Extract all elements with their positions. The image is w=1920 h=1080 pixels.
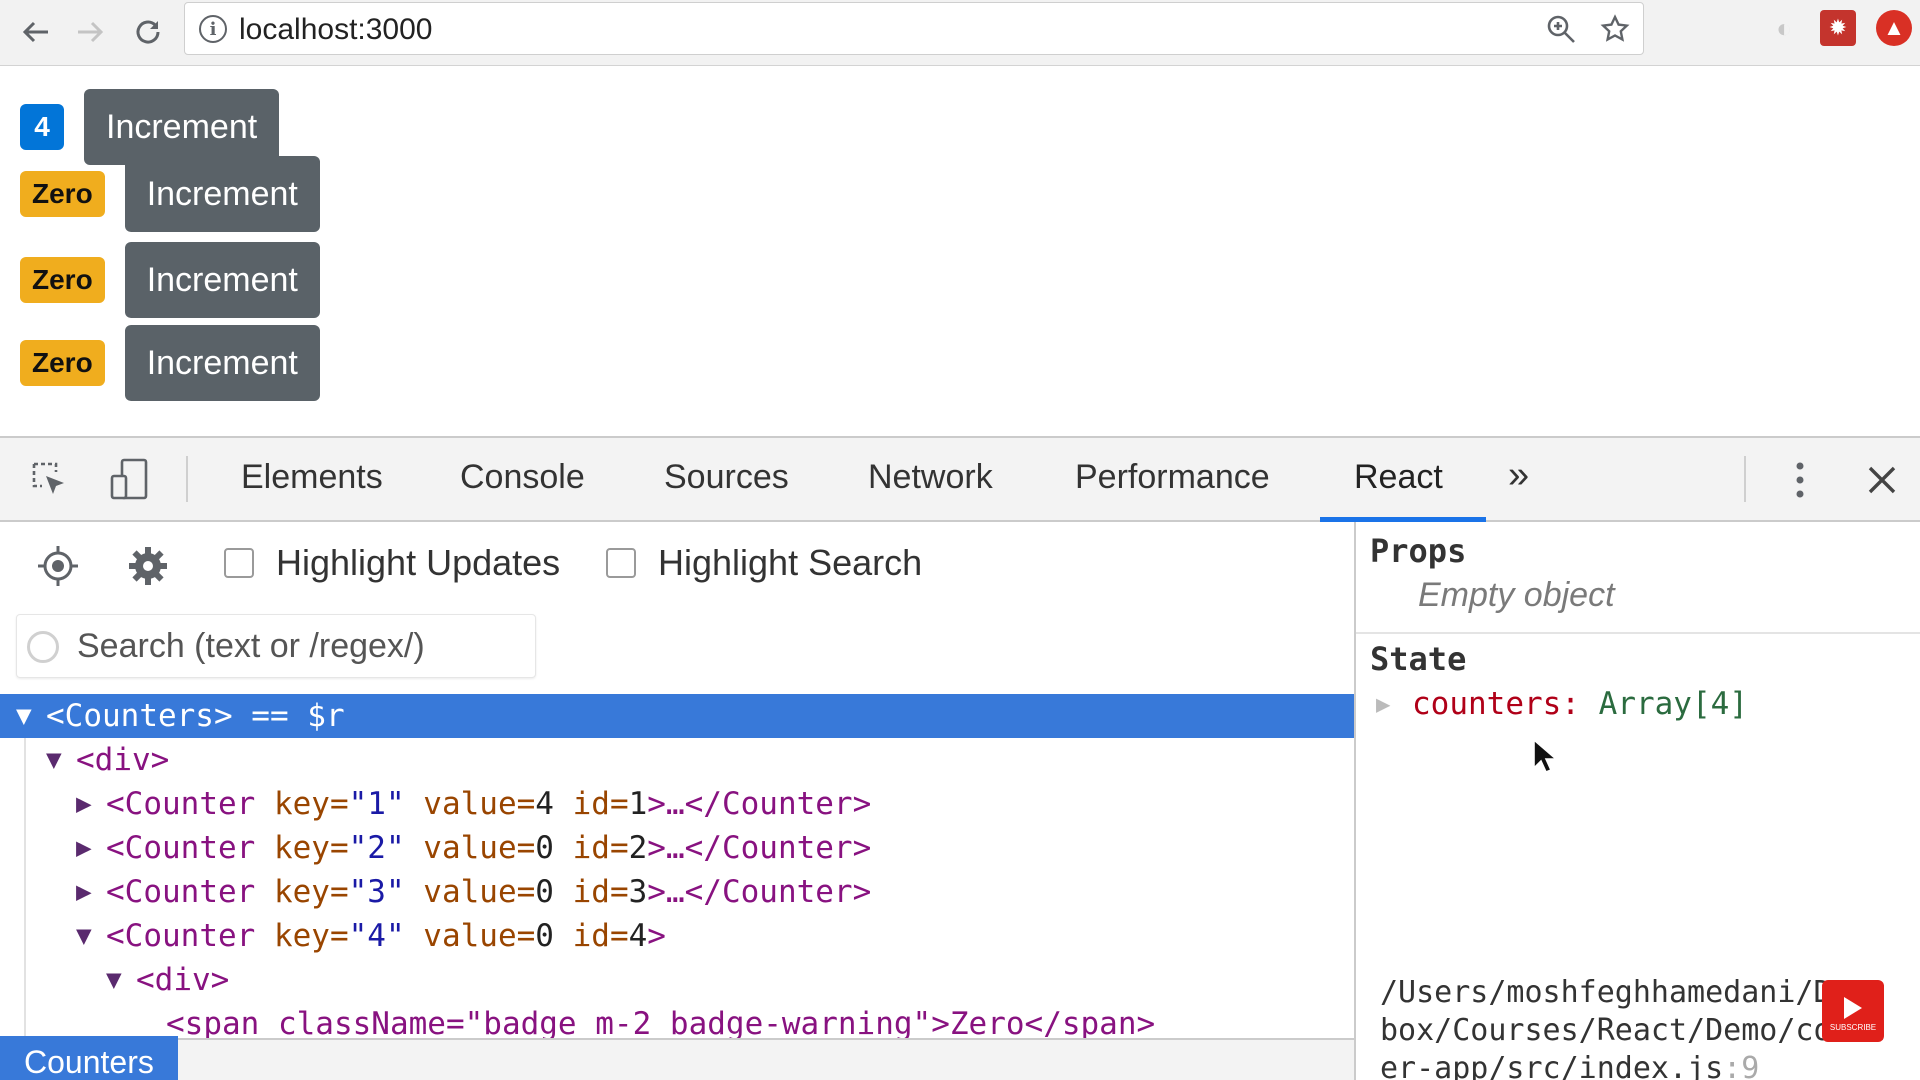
increment-button[interactable]: Increment	[124, 325, 320, 401]
highlight-search-label: Highlight Search	[658, 542, 923, 583]
devtools-panel: Elements Console Sources Network Perform…	[0, 436, 1920, 1080]
tree-row[interactable]: ▼ <Counter key= "4" value= 0 id= 4 >	[0, 914, 1354, 958]
tab-console[interactable]: Console	[460, 458, 585, 497]
counter-row: 4 Increment	[20, 89, 280, 165]
increment-button[interactable]: Increment	[84, 89, 280, 165]
source-line-number: :9	[1723, 1051, 1760, 1080]
react-toolbar: Highlight Updates Highlight Search	[0, 522, 1354, 612]
tree-row[interactable]: ▶ <Counter key= "1" value= 4 id= 1 >…</Counte…	[0, 782, 1354, 826]
state-counters-row[interactable]: ▶ counters: Array[4]	[1376, 686, 1748, 722]
breadcrumb-bar: Counters	[0, 1036, 1354, 1080]
tree-row[interactable]: ▶ <Counter key= "3" value= 0 id= 3 >…</Counte…	[0, 870, 1354, 914]
state-key: counters:	[1412, 686, 1580, 722]
breadcrumb-counters[interactable]: Counters	[0, 1036, 178, 1080]
count-badge: 4	[20, 104, 64, 150]
collapse-triangle-icon[interactable]: ▼	[46, 745, 76, 775]
counter-row: Zero Increment	[20, 242, 320, 318]
device-icon[interactable]	[104, 454, 156, 506]
tab-network[interactable]: Network	[868, 458, 993, 497]
collapse-triangle-icon[interactable]: ▼	[76, 921, 106, 951]
forward-icon[interactable]	[68, 10, 112, 54]
toolbar-divider	[186, 456, 188, 502]
expand-triangle-icon[interactable]: ▶	[76, 877, 106, 907]
highlight-search-checkbox[interactable]	[606, 548, 636, 578]
url-text: localhost:3000	[239, 13, 433, 46]
expand-triangle-icon[interactable]: ▶	[1376, 690, 1412, 718]
count-badge: Zero	[20, 171, 105, 217]
react-tree-pane: Highlight Updates Highlight Search Searc…	[0, 522, 1354, 1080]
highlight-updates-checkbox[interactable]	[224, 548, 254, 578]
component-tree: ▼ <Counters> == $r ▼ <div> ▶ <Counter key= "…	[0, 694, 1354, 1038]
info-icon[interactable]: i	[199, 15, 227, 43]
inspect-icon[interactable]	[24, 454, 76, 506]
collapse-triangle-icon[interactable]: ▼	[106, 965, 136, 995]
zoom-icon[interactable]	[1541, 9, 1581, 49]
tree-row[interactable]: ▼ <div>	[0, 958, 1354, 1002]
page-content: 4 Increment Zero Increment Zero Incremen…	[0, 67, 1920, 436]
tree-row[interactable]: ▼ <div>	[0, 738, 1354, 782]
more-vert-icon[interactable]	[1774, 454, 1826, 506]
reload-icon[interactable]	[126, 10, 170, 54]
highlight-updates-label: Highlight Updates	[276, 542, 561, 583]
more-tabs-icon[interactable]: »	[1508, 454, 1529, 497]
collapse-triangle-icon[interactable]: ▼	[16, 701, 46, 731]
star-icon[interactable]	[1595, 9, 1635, 49]
subscribe-watermark-icon: SUBSCRIBE	[1822, 980, 1884, 1042]
tab-elements[interactable]: Elements	[241, 458, 383, 497]
tree-row[interactable]: ▶ <Counter key= "2" value= 0 id= 2 >…</Counte…	[0, 826, 1354, 870]
tab-performance[interactable]: Performance	[1075, 458, 1270, 497]
mouse-cursor-icon	[1532, 738, 1559, 779]
state-value: Array[4]	[1598, 686, 1748, 722]
tree-node-label: <div>	[76, 742, 170, 778]
tree-node-label: <div>	[136, 962, 230, 998]
tree-node-label: <span className="badge m-2 badge-warning…	[166, 1006, 1156, 1038]
counter-row: Zero Increment	[20, 156, 320, 232]
increment-button[interactable]: Increment	[124, 242, 320, 318]
expand-triangle-icon[interactable]: ▶	[76, 833, 106, 863]
back-icon[interactable]	[14, 10, 58, 54]
count-badge: Zero	[20, 257, 105, 303]
react-extension-icon[interactable]: ✹	[1820, 10, 1856, 46]
tree-row[interactable]: <span className="badge m-2 badge-warning…	[0, 1002, 1354, 1038]
close-icon[interactable]	[1856, 454, 1908, 506]
section-divider	[1356, 632, 1920, 634]
source-path-text: /Users/moshfeghhamedani/Dropbox/Courses/…	[1380, 975, 1886, 1080]
search-placeholder: Search (text or /regex/)	[77, 627, 425, 665]
extension-icon[interactable]: ◐	[1766, 10, 1802, 46]
tree-node-label: <Counters> == $r	[46, 698, 345, 734]
search-icon	[27, 631, 59, 663]
counter-row: Zero Increment	[20, 325, 320, 401]
tab-sources[interactable]: Sources	[664, 458, 789, 497]
tab-react[interactable]: React	[1354, 458, 1443, 497]
count-badge: Zero	[20, 340, 105, 386]
props-title: Props	[1370, 532, 1467, 570]
props-empty-text: Empty object	[1418, 576, 1615, 614]
address-bar[interactable]: i localhost:3000	[184, 2, 1644, 55]
browser-toolbar: i localhost:3000 ◐ ✹ ▲	[0, 0, 1920, 66]
expand-triangle-icon[interactable]: ▶	[76, 789, 106, 819]
state-title: State	[1370, 640, 1467, 678]
devtools-toolbar: Elements Console Sources Network Perform…	[0, 438, 1920, 522]
tree-row-selected[interactable]: ▼ <Counters> == $r	[0, 694, 1354, 738]
target-icon[interactable]	[32, 540, 84, 592]
increment-button[interactable]: Increment	[124, 156, 320, 232]
gear-icon[interactable]	[122, 540, 174, 592]
update-icon[interactable]: ▲	[1876, 10, 1912, 46]
toolbar-divider	[1744, 456, 1746, 502]
search-input[interactable]: Search (text or /regex/)	[16, 614, 536, 678]
